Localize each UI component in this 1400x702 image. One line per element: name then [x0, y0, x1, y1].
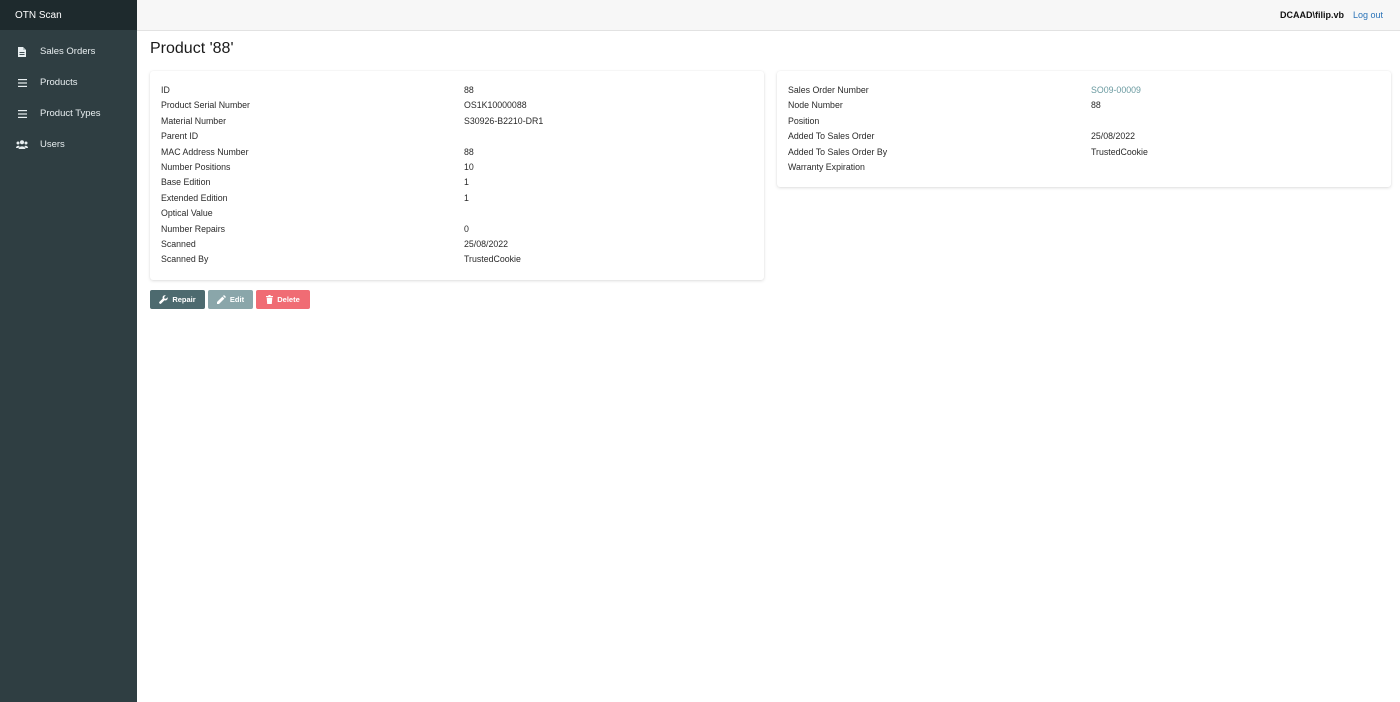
- product-details-card: ID 88 Product Serial Number OS1K10000088…: [150, 71, 764, 280]
- field-label: Product Serial Number: [161, 100, 250, 111]
- field-label: Number Repairs: [161, 223, 226, 234]
- detail-row-base-edition: Base Edition 1: [161, 177, 753, 192]
- sidebar-item-label: Product Types: [40, 108, 101, 119]
- list-icon: [16, 109, 28, 119]
- field-label: Parent ID: [161, 131, 199, 142]
- field-value: 1: [464, 177, 469, 188]
- detail-row-number-repairs: Number Repairs 0: [161, 224, 753, 239]
- field-value: OS1K10000088: [464, 100, 527, 111]
- field-value: 10: [464, 161, 474, 172]
- detail-row-warranty-expiration: Warranty Expiration: [788, 162, 1380, 177]
- detail-row-number-positions: Number Positions 10: [161, 162, 753, 177]
- detail-row-optical-value: Optical Value: [161, 208, 753, 223]
- field-label: Node Number: [788, 100, 843, 111]
- field-label: Extended Edition: [161, 192, 228, 203]
- field-label: Added To Sales Order By: [788, 146, 888, 157]
- detail-row-extended-edition: Extended Edition 1: [161, 193, 753, 208]
- sidebar-item-sales-orders[interactable]: Sales Orders: [0, 36, 137, 67]
- action-bar: Repair Edit Delete: [150, 290, 310, 309]
- field-label: Warranty Expiration: [788, 161, 865, 172]
- delete-button[interactable]: Delete: [256, 290, 310, 309]
- field-label: MAC Address Number: [161, 146, 249, 157]
- sidebar-item-label: Users: [40, 139, 65, 150]
- field-value: 88: [464, 85, 474, 95]
- list-icon: [16, 78, 28, 88]
- field-value: 25/08/2022: [464, 238, 509, 249]
- detail-row-material-number: Material Number S30926-B2210-DR1: [161, 116, 753, 131]
- field-value: 88: [464, 146, 474, 157]
- repair-button-label: Repair: [172, 295, 196, 304]
- sales-order-link[interactable]: SO09-00009: [1091, 85, 1141, 95]
- edit-button-label: Edit: [229, 295, 245, 304]
- detail-row-serial-number: Product Serial Number OS1K10000088: [161, 100, 753, 115]
- field-value: 0: [464, 223, 469, 234]
- detail-row-node-number: Node Number 88: [788, 100, 1380, 115]
- field-value: 88: [1091, 100, 1101, 111]
- wrench-icon: [159, 295, 169, 304]
- app-brand[interactable]: OTN Scan: [0, 0, 137, 30]
- detail-row-sales-order-number: Sales Order Number SO09-00009: [788, 85, 1380, 100]
- field-label: Base Edition: [161, 177, 211, 188]
- field-label: Number Positions: [161, 161, 231, 172]
- sidebar: OTN Scan Sales Orders Products Product T…: [0, 0, 137, 702]
- sidebar-item-users[interactable]: Users: [0, 129, 137, 160]
- field-label: Material Number: [161, 115, 227, 126]
- detail-row-scanned: Scanned 25/08/2022: [161, 239, 753, 254]
- sidebar-item-products[interactable]: Products: [0, 67, 137, 98]
- edit-button[interactable]: Edit: [208, 290, 253, 309]
- sidebar-item-product-types[interactable]: Product Types: [0, 98, 137, 129]
- current-user: DCAAD\filip.vb: [1280, 10, 1344, 20]
- detail-row-added-to-sales-order-by: Added To Sales Order By TrustedCookie: [788, 147, 1380, 162]
- sales-order-card: Sales Order Number SO09-00009 Node Numbe…: [777, 71, 1391, 187]
- top-bar: DCAAD\filip.vb Log out: [137, 0, 1400, 31]
- field-value: S30926-B2210-DR1: [464, 115, 544, 126]
- sidebar-item-label: Products: [40, 77, 78, 88]
- detail-row-scanned-by: Scanned By TrustedCookie: [161, 254, 753, 269]
- field-label: Sales Order Number: [788, 85, 869, 95]
- pencil-icon: [216, 295, 226, 304]
- page-title: Product '88': [150, 40, 234, 57]
- detail-row-parent-id: Parent ID: [161, 131, 753, 146]
- field-value: TrustedCookie: [1091, 146, 1148, 157]
- detail-row-mac-address-number: MAC Address Number 88: [161, 147, 753, 162]
- detail-row-position: Position: [788, 116, 1380, 131]
- field-label: Scanned By: [161, 254, 209, 265]
- users-icon: [16, 140, 28, 150]
- field-label: Added To Sales Order: [788, 131, 875, 142]
- trash-icon: [266, 295, 274, 304]
- detail-row-added-to-sales-order: Added To Sales Order 25/08/2022: [788, 131, 1380, 146]
- field-label: ID: [161, 85, 170, 95]
- delete-button-label: Delete: [277, 295, 300, 304]
- field-value: 1: [464, 192, 469, 203]
- repair-button[interactable]: Repair: [150, 290, 205, 309]
- field-value: TrustedCookie: [464, 254, 521, 265]
- sidebar-nav: Sales Orders Products Product Types User…: [0, 30, 137, 160]
- field-label: Scanned: [161, 238, 196, 249]
- document-icon: [16, 46, 28, 57]
- logout-link[interactable]: Log out: [1353, 10, 1383, 20]
- sidebar-item-label: Sales Orders: [40, 46, 96, 57]
- detail-row-id: ID 88: [161, 85, 753, 100]
- field-value: 25/08/2022: [1091, 131, 1136, 142]
- field-label: Optical Value: [161, 208, 213, 219]
- field-label: Position: [788, 115, 820, 126]
